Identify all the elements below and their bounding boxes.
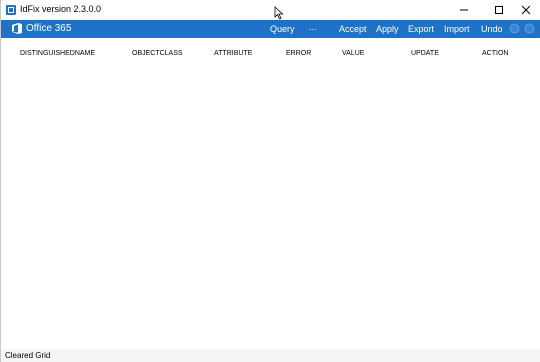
column-header-attribute[interactable]: ATTRIBUTE bbox=[214, 50, 252, 57]
maximize-icon bbox=[495, 6, 503, 14]
status-text: Cleared Grid bbox=[5, 351, 51, 360]
minimize-button[interactable] bbox=[449, 0, 479, 20]
idfix-app-icon bbox=[6, 5, 16, 15]
column-header-error[interactable]: ERROR bbox=[286, 50, 311, 57]
column-header-action[interactable]: ACTION bbox=[482, 50, 508, 57]
minimize-icon bbox=[460, 9, 468, 11]
maximize-button[interactable] bbox=[484, 0, 514, 20]
more-button[interactable]: ... bbox=[309, 22, 317, 32]
column-header-objectclass[interactable]: OBJECTCLASS bbox=[132, 50, 183, 57]
query-button[interactable]: Query bbox=[270, 24, 295, 34]
help-circle-icon[interactable] bbox=[509, 23, 520, 34]
results-grid-body[interactable] bbox=[1, 68, 540, 348]
close-icon bbox=[521, 5, 531, 15]
export-button[interactable]: Export bbox=[408, 24, 434, 34]
import-button[interactable]: Import bbox=[444, 24, 470, 34]
column-header-update[interactable]: UPDATE bbox=[411, 50, 439, 57]
results-grid-header: DISTINGUISHEDNAME OBJECTCLASS ATTRIBUTE … bbox=[1, 38, 540, 68]
idfix-window: IdFix version 2.3.0.0 Office 365 Query .… bbox=[0, 0, 540, 362]
undo-button[interactable]: Undo bbox=[481, 24, 503, 34]
settings-circle-icon[interactable] bbox=[524, 23, 535, 34]
office-logo-icon bbox=[12, 23, 22, 34]
title-bar: IdFix version 2.3.0.0 bbox=[1, 0, 540, 20]
column-header-value[interactable]: VALUE bbox=[342, 50, 364, 57]
status-bar: Cleared Grid bbox=[1, 349, 540, 362]
column-header-distinguishedname[interactable]: DISTINGUISHEDNAME bbox=[20, 50, 95, 57]
close-button[interactable] bbox=[511, 0, 540, 20]
apply-button[interactable]: Apply bbox=[376, 24, 399, 34]
mouse-cursor-icon bbox=[274, 6, 284, 20]
command-bar: Office 365 Query ... Accept Apply Export… bbox=[1, 20, 540, 38]
brand-label: Office 365 bbox=[26, 23, 72, 34]
window-title: IdFix version 2.3.0.0 bbox=[20, 4, 102, 14]
accept-button[interactable]: Accept bbox=[339, 24, 367, 34]
